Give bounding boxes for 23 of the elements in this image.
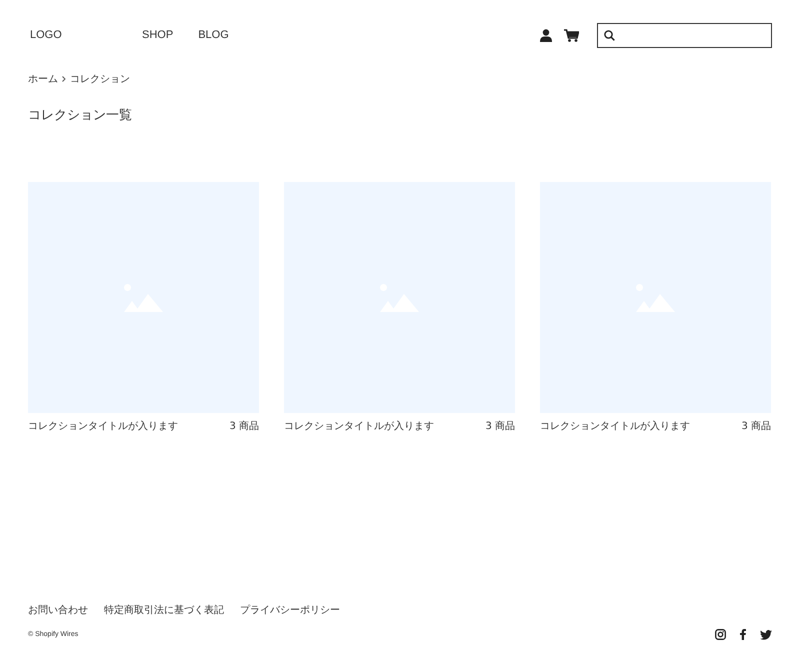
collection-title[interactable]: コレクションタイトルが入ります: [540, 419, 690, 433]
nav-link[interactable]: SHOP: [142, 29, 174, 41]
product-count: 3 商品: [229, 420, 259, 433]
breadcrumb-current: コレクション: [70, 73, 130, 86]
page-title: コレクション一覧: [28, 107, 133, 124]
search-field[interactable]: [597, 22, 772, 48]
nav-link[interactable]: BLOG: [198, 29, 229, 41]
footer-link[interactable]: 特定商取引法に基づく表記: [104, 603, 224, 617]
account-icon[interactable]: [540, 28, 552, 42]
logo-link[interactable]: LOGO: [30, 29, 142, 41]
facebook-icon[interactable]: [740, 629, 746, 640]
instagram-icon[interactable]: [715, 629, 726, 640]
twitter-icon[interactable]: [760, 630, 772, 640]
chevron-right-icon: [62, 76, 66, 82]
search-icon: [604, 30, 615, 40]
product-count: 3 商品: [741, 420, 771, 433]
collection-title[interactable]: コレクションタイトルが入ります: [28, 419, 178, 433]
footer-link[interactable]: プライバシーポリシー: [240, 603, 340, 617]
cart-icon[interactable]: [564, 28, 579, 42]
breadcrumb-link[interactable]: ホーム: [28, 72, 58, 86]
collection-title[interactable]: コレクションタイトルが入ります: [284, 419, 434, 433]
product-count: 3 商品: [485, 420, 515, 433]
footer-link[interactable]: お問い合わせ: [28, 603, 88, 617]
